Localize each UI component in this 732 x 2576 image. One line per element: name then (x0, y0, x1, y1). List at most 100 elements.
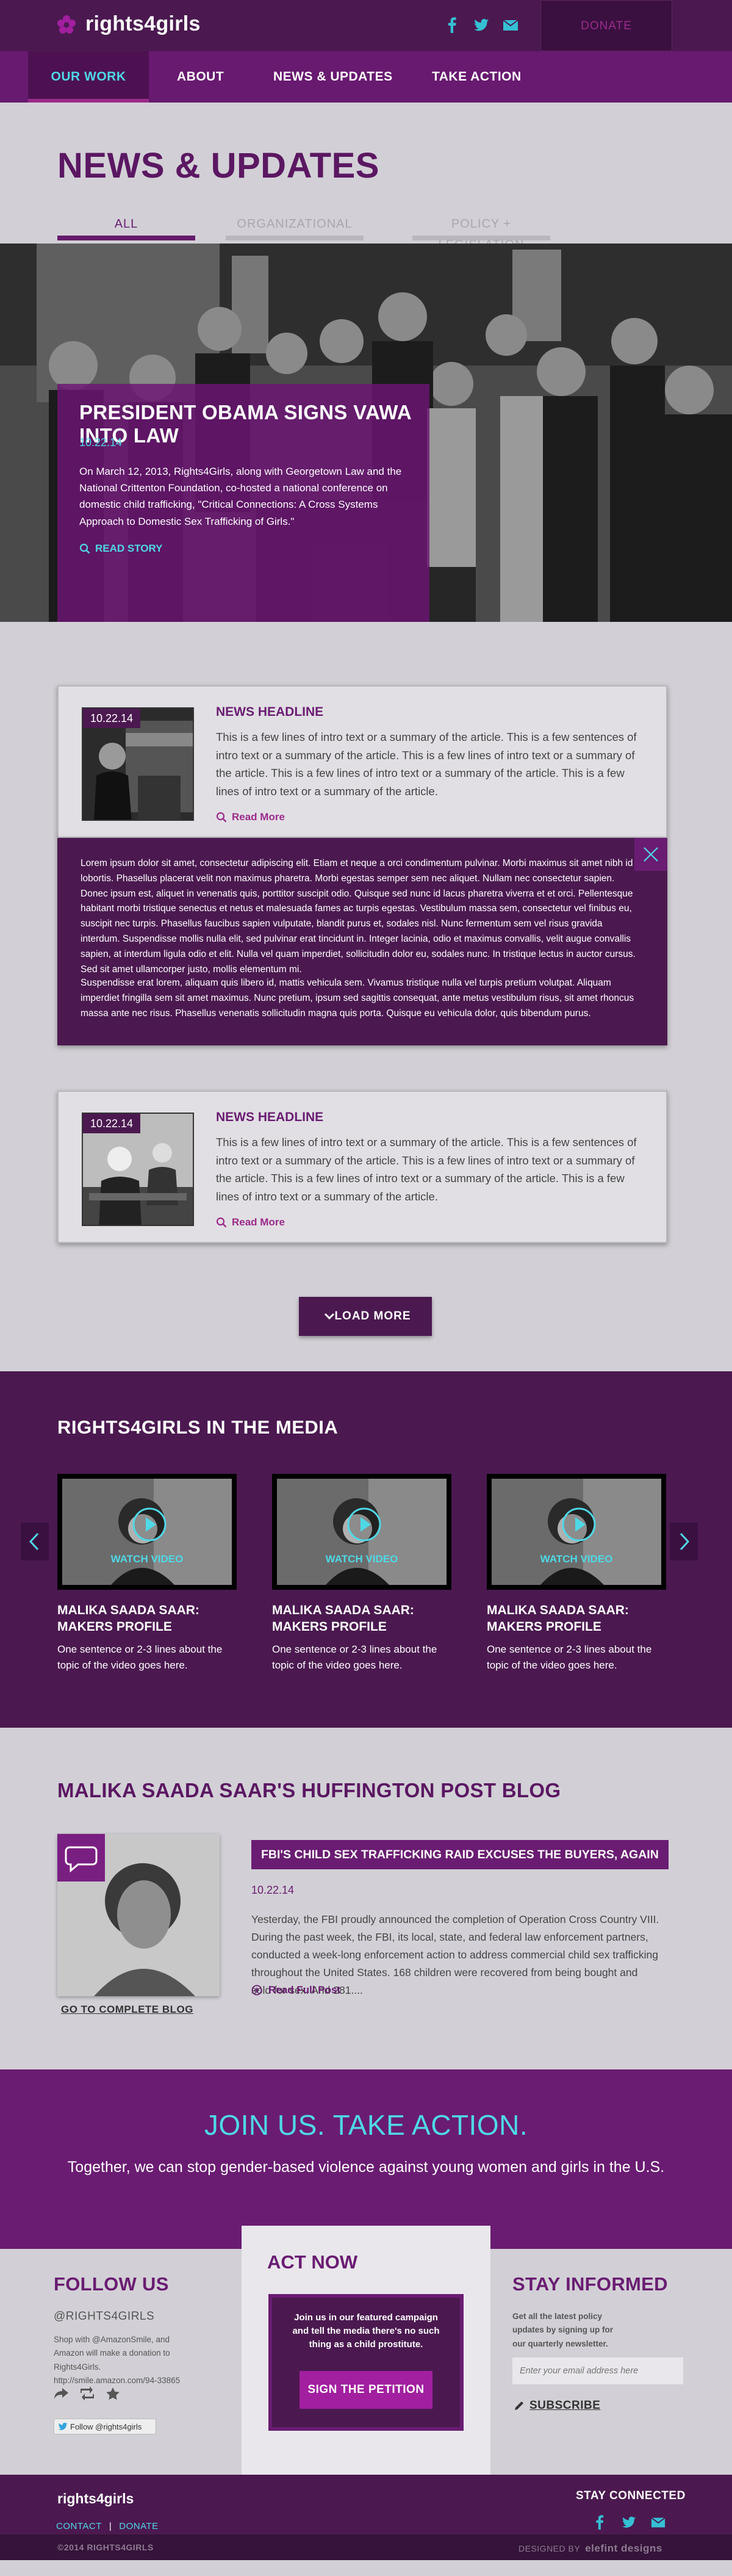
read-full-post-link[interactable]: Read Full Post (251, 1984, 340, 1996)
campaign-text: Join us in our featured campaign and tel… (292, 2312, 440, 2350)
media-section: RIGHTS4GIRLS IN THE MEDIA WATCH VIDEO MA… (0, 1371, 732, 1728)
logo-flower-icon (56, 14, 77, 35)
campaign-box: Join us in our featured campaign and tel… (268, 2294, 464, 2431)
facebook-icon[interactable] (592, 2515, 608, 2530)
watch-video-label[interactable]: WATCH VIDEO (492, 1553, 661, 1565)
nav-news-updates[interactable]: NEWS & UPDATES (273, 51, 393, 103)
share-icon[interactable] (54, 2387, 70, 2400)
complete-blog-link[interactable]: GO TO COMPLETE BLOG (61, 2004, 193, 2016)
join-title: JOIN US. TAKE ACTION. (204, 2109, 528, 2141)
footer-social-links (592, 2515, 666, 2530)
subscribe-label: SUBSCRIBE (529, 2399, 601, 2412)
article-intro: This is a few lines of intro text or a s… (216, 1136, 637, 1203)
email-field[interactable] (512, 2358, 683, 2384)
star-icon[interactable] (105, 2387, 121, 2400)
twitter-icon[interactable] (473, 17, 489, 33)
designed-by-label: DESIGNED BY (518, 2544, 581, 2553)
video-title[interactable]: MALIKA SAADA SAAR: MAKERS PROFILE (57, 1602, 237, 1636)
video-thumbnail[interactable]: WATCH VIDEO (272, 1474, 451, 1590)
expanded-paragraph: Lorem ipsum dolor sit amet, consectetur … (81, 858, 636, 975)
tweet-actions (54, 2387, 121, 2400)
read-story-link[interactable]: READ STORY (79, 543, 163, 555)
retweet-icon[interactable] (79, 2387, 95, 2400)
read-more-label: Read More (232, 811, 285, 823)
video-card[interactable]: WATCH VIDEO MALIKA SAADA SAAR: MAKERS PR… (272, 1474, 451, 1673)
footer-links: CONTACT | DONATE (56, 2521, 159, 2531)
video-card[interactable]: WATCH VIDEO MALIKA SAADA SAAR: MAKERS PR… (487, 1474, 666, 1673)
follow-us-title: FOLLOW US (54, 2273, 169, 2295)
articles-list: 10.22.14 NEWS HEADLINE This is a few lin… (0, 622, 732, 1371)
email-icon[interactable] (503, 17, 518, 33)
read-more-link[interactable]: Read More (216, 811, 285, 823)
join-banner: JOIN US. TAKE ACTION. Together, we can s… (0, 2069, 732, 2249)
play-icon[interactable] (132, 1507, 167, 1542)
footer-link-contact[interactable]: CONTACT (56, 2521, 102, 2531)
watch-video-label[interactable]: WATCH VIDEO (62, 1553, 232, 1565)
footer-link-donate[interactable]: DONATE (119, 2521, 158, 2531)
subscribe-button[interactable]: SUBSCRIBE (514, 2399, 600, 2412)
top-bar: rights4girls DONATE (0, 0, 732, 51)
pencil-icon (514, 2400, 525, 2411)
feature-title[interactable]: PRESIDENT OBAMA SIGNS VAWA INTO LAW (79, 401, 421, 447)
join-subtitle: Together, we can stop gender-based viole… (67, 2159, 665, 2176)
load-more-button[interactable]: LOAD MORE (299, 1297, 432, 1336)
video-title[interactable]: MALIKA SAADA SAAR: MAKERS PROFILE (487, 1602, 666, 1636)
feature-date: 10.22.14 (79, 436, 123, 449)
article-card[interactable]: 10.22.14 NEWS HEADLINE This is a few lin… (57, 685, 667, 838)
sign-petition-button[interactable]: SIGN THE PETITION (300, 2371, 432, 2409)
watch-video-label[interactable]: WATCH VIDEO (277, 1553, 447, 1565)
facebook-icon[interactable] (444, 17, 460, 33)
donate-button[interactable]: DONATE (540, 0, 672, 51)
nav-about[interactable]: ABOUT (177, 51, 224, 103)
chevron-right-icon (680, 1532, 690, 1551)
carousel-prev-button[interactable] (21, 1523, 49, 1560)
copyright: ©2014 RIGHTS4GIRLS (57, 2542, 154, 2552)
email-icon[interactable] (650, 2515, 666, 2530)
article-date: 10.22.14 (83, 1114, 141, 1133)
filter-organizational[interactable]: ORGANIZATIONAL (226, 214, 364, 240)
video-card[interactable]: WATCH VIDEO MALIKA SAADA SAAR: MAKERS PR… (57, 1474, 237, 1673)
page-title: NEWS & UPDATES (57, 146, 379, 186)
action-columns: FOLLOW US @RIGHTS4GIRLS Shop with @Amazo… (0, 2226, 732, 2475)
stay-informed-title: STAY INFORMED (512, 2273, 668, 2295)
twitter-follow-button[interactable]: Follow @rights4girls (54, 2419, 156, 2434)
article-card[interactable]: 10.22.14 NEWS HEADLINE This is a few lin… (57, 1091, 667, 1243)
footer-logo[interactable]: rights4girls (57, 2491, 134, 2507)
filter-all[interactable]: ALL (57, 214, 195, 240)
blog-title: MALIKA SAADA SAAR'S HUFFINGTON POST BLOG (57, 1779, 561, 1802)
read-full-post-label: Read Full Post (268, 1984, 341, 1996)
article-headline[interactable]: NEWS HEADLINE (216, 1110, 323, 1125)
nav-our-work[interactable]: OUR WORK (28, 51, 149, 103)
featured-story: PRESIDENT OBAMA SIGNS VAWA INTO LAW 10.2… (0, 244, 732, 622)
designer-name: elefint designs (585, 2542, 662, 2554)
search-icon (216, 1217, 227, 1228)
act-now-panel: ACT NOW Join us in our featured campaign… (242, 2226, 490, 2475)
media-title: RIGHTS4GIRLS IN THE MEDIA (57, 1416, 339, 1438)
blog-author-photo (57, 1834, 220, 1996)
site-logo[interactable]: rights4girls (56, 12, 201, 36)
read-story-label: READ STORY (95, 543, 163, 554)
stay-connected-title: STAY CONNECTED (576, 2489, 686, 2502)
filter-policy-legislation[interactable]: POLICY + LEGISLATION (412, 214, 550, 251)
footer: rights4girls CONTACT | DONATE STAY CONNE… (0, 2475, 732, 2535)
main-nav: OUR WORK ABOUT NEWS & UPDATES TAKE ACTIO… (0, 51, 732, 103)
article-expanded-content: Lorem ipsum dolor sit amet, consectetur … (57, 838, 667, 1045)
twitter-icon[interactable] (621, 2515, 637, 2530)
video-thumbnail[interactable]: WATCH VIDEO (487, 1474, 666, 1590)
play-icon[interactable] (346, 1507, 382, 1542)
article-thumbnail: 10.22.14 (82, 1113, 194, 1226)
nav-take-action[interactable]: TAKE ACTION (432, 51, 522, 103)
play-icon[interactable] (561, 1507, 597, 1542)
act-now-title: ACT NOW (267, 2251, 358, 2273)
read-more-link[interactable]: Read More (216, 1216, 285, 1228)
carousel-next-button[interactable] (670, 1523, 698, 1560)
follow-text: Shop with @AmazonSmile, and Amazon will … (54, 2335, 181, 2385)
video-title[interactable]: MALIKA SAADA SAAR: MAKERS PROFILE (272, 1602, 451, 1636)
blog-headline[interactable]: FBI'S CHILD SEX TRAFFICKING RAID EXCUSES… (251, 1840, 669, 1869)
stay-informed-text: Get all the latest policy updates by sig… (512, 2312, 613, 2348)
twitter-handle[interactable]: @RIGHTS4GIRLS (54, 2310, 154, 2323)
article-headline[interactable]: NEWS HEADLINE (216, 705, 323, 720)
search-icon (216, 812, 227, 823)
designer-credit[interactable]: DESIGNED BY elefint designs (518, 2542, 662, 2555)
video-thumbnail[interactable]: WATCH VIDEO (57, 1474, 237, 1590)
